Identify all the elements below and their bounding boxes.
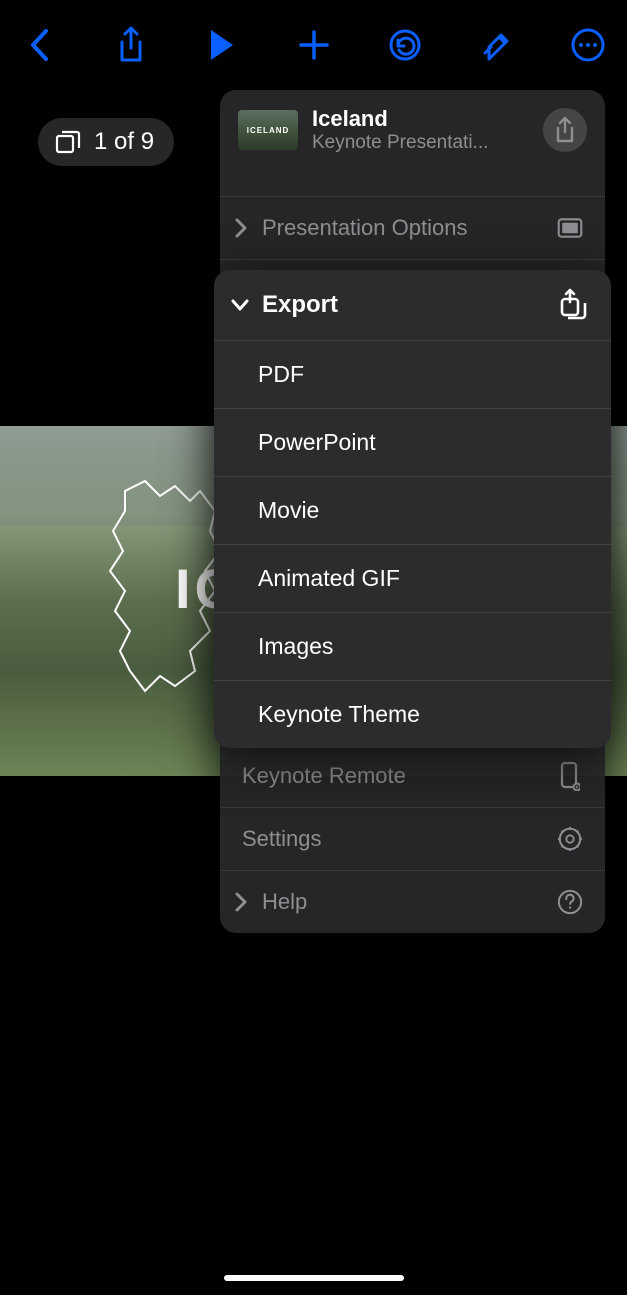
menu-item-label: Help: [262, 889, 307, 915]
menu-item-label: Settings: [242, 826, 322, 852]
menu-remote[interactable]: Keynote Remote: [220, 744, 605, 807]
phone-icon: [557, 763, 583, 789]
chevron-right-icon: [234, 217, 248, 239]
document-thumbnail: ICELAND: [238, 110, 298, 150]
presentation-icon: [557, 215, 583, 241]
export-gif[interactable]: Animated GIF: [214, 544, 611, 612]
export-header-label: Export: [262, 291, 338, 319]
document-subtitle: Keynote Presentati...: [312, 132, 529, 154]
play-button[interactable]: [203, 26, 241, 64]
back-button[interactable]: [20, 26, 58, 64]
menu-item-label: Presentation Options: [262, 215, 467, 241]
home-indicator[interactable]: [224, 1275, 404, 1281]
export-stack-icon: [557, 288, 589, 322]
menu-item-label: Keynote Remote: [242, 763, 406, 789]
add-button[interactable]: [295, 26, 333, 64]
format-button[interactable]: [478, 26, 516, 64]
share-button[interactable]: [112, 26, 150, 64]
document-header: ICELAND Iceland Keynote Presentati...: [220, 90, 605, 176]
slides-icon: [54, 128, 82, 156]
export-popover: Export PDF PowerPoint Movie Animated GIF…: [214, 270, 611, 748]
slide-counter-label: 1 of 9: [94, 128, 154, 156]
slide-counter[interactable]: 1 of 9: [38, 118, 174, 166]
export-movie[interactable]: Movie: [214, 476, 611, 544]
chevron-down-icon: [230, 298, 250, 312]
export-header[interactable]: Export: [214, 270, 611, 340]
chevron-right-icon: [234, 891, 248, 913]
help-icon: [557, 889, 583, 915]
document-info: Iceland Keynote Presentati...: [312, 106, 529, 154]
menu-help[interactable]: Help: [220, 870, 605, 933]
document-title: Iceland: [312, 106, 529, 132]
export-images[interactable]: Images: [214, 612, 611, 680]
share-icon: [554, 116, 576, 144]
undo-button[interactable]: [386, 26, 424, 64]
gear-icon: [557, 826, 583, 852]
export-powerpoint[interactable]: PowerPoint: [214, 408, 611, 476]
document-share-button[interactable]: [543, 108, 587, 152]
menu-presentation-options[interactable]: Presentation Options: [220, 196, 605, 259]
menu-settings[interactable]: Settings: [220, 807, 605, 870]
export-theme[interactable]: Keynote Theme: [214, 680, 611, 748]
toolbar: [0, 0, 627, 90]
export-pdf[interactable]: PDF: [214, 340, 611, 408]
more-button[interactable]: [569, 26, 607, 64]
